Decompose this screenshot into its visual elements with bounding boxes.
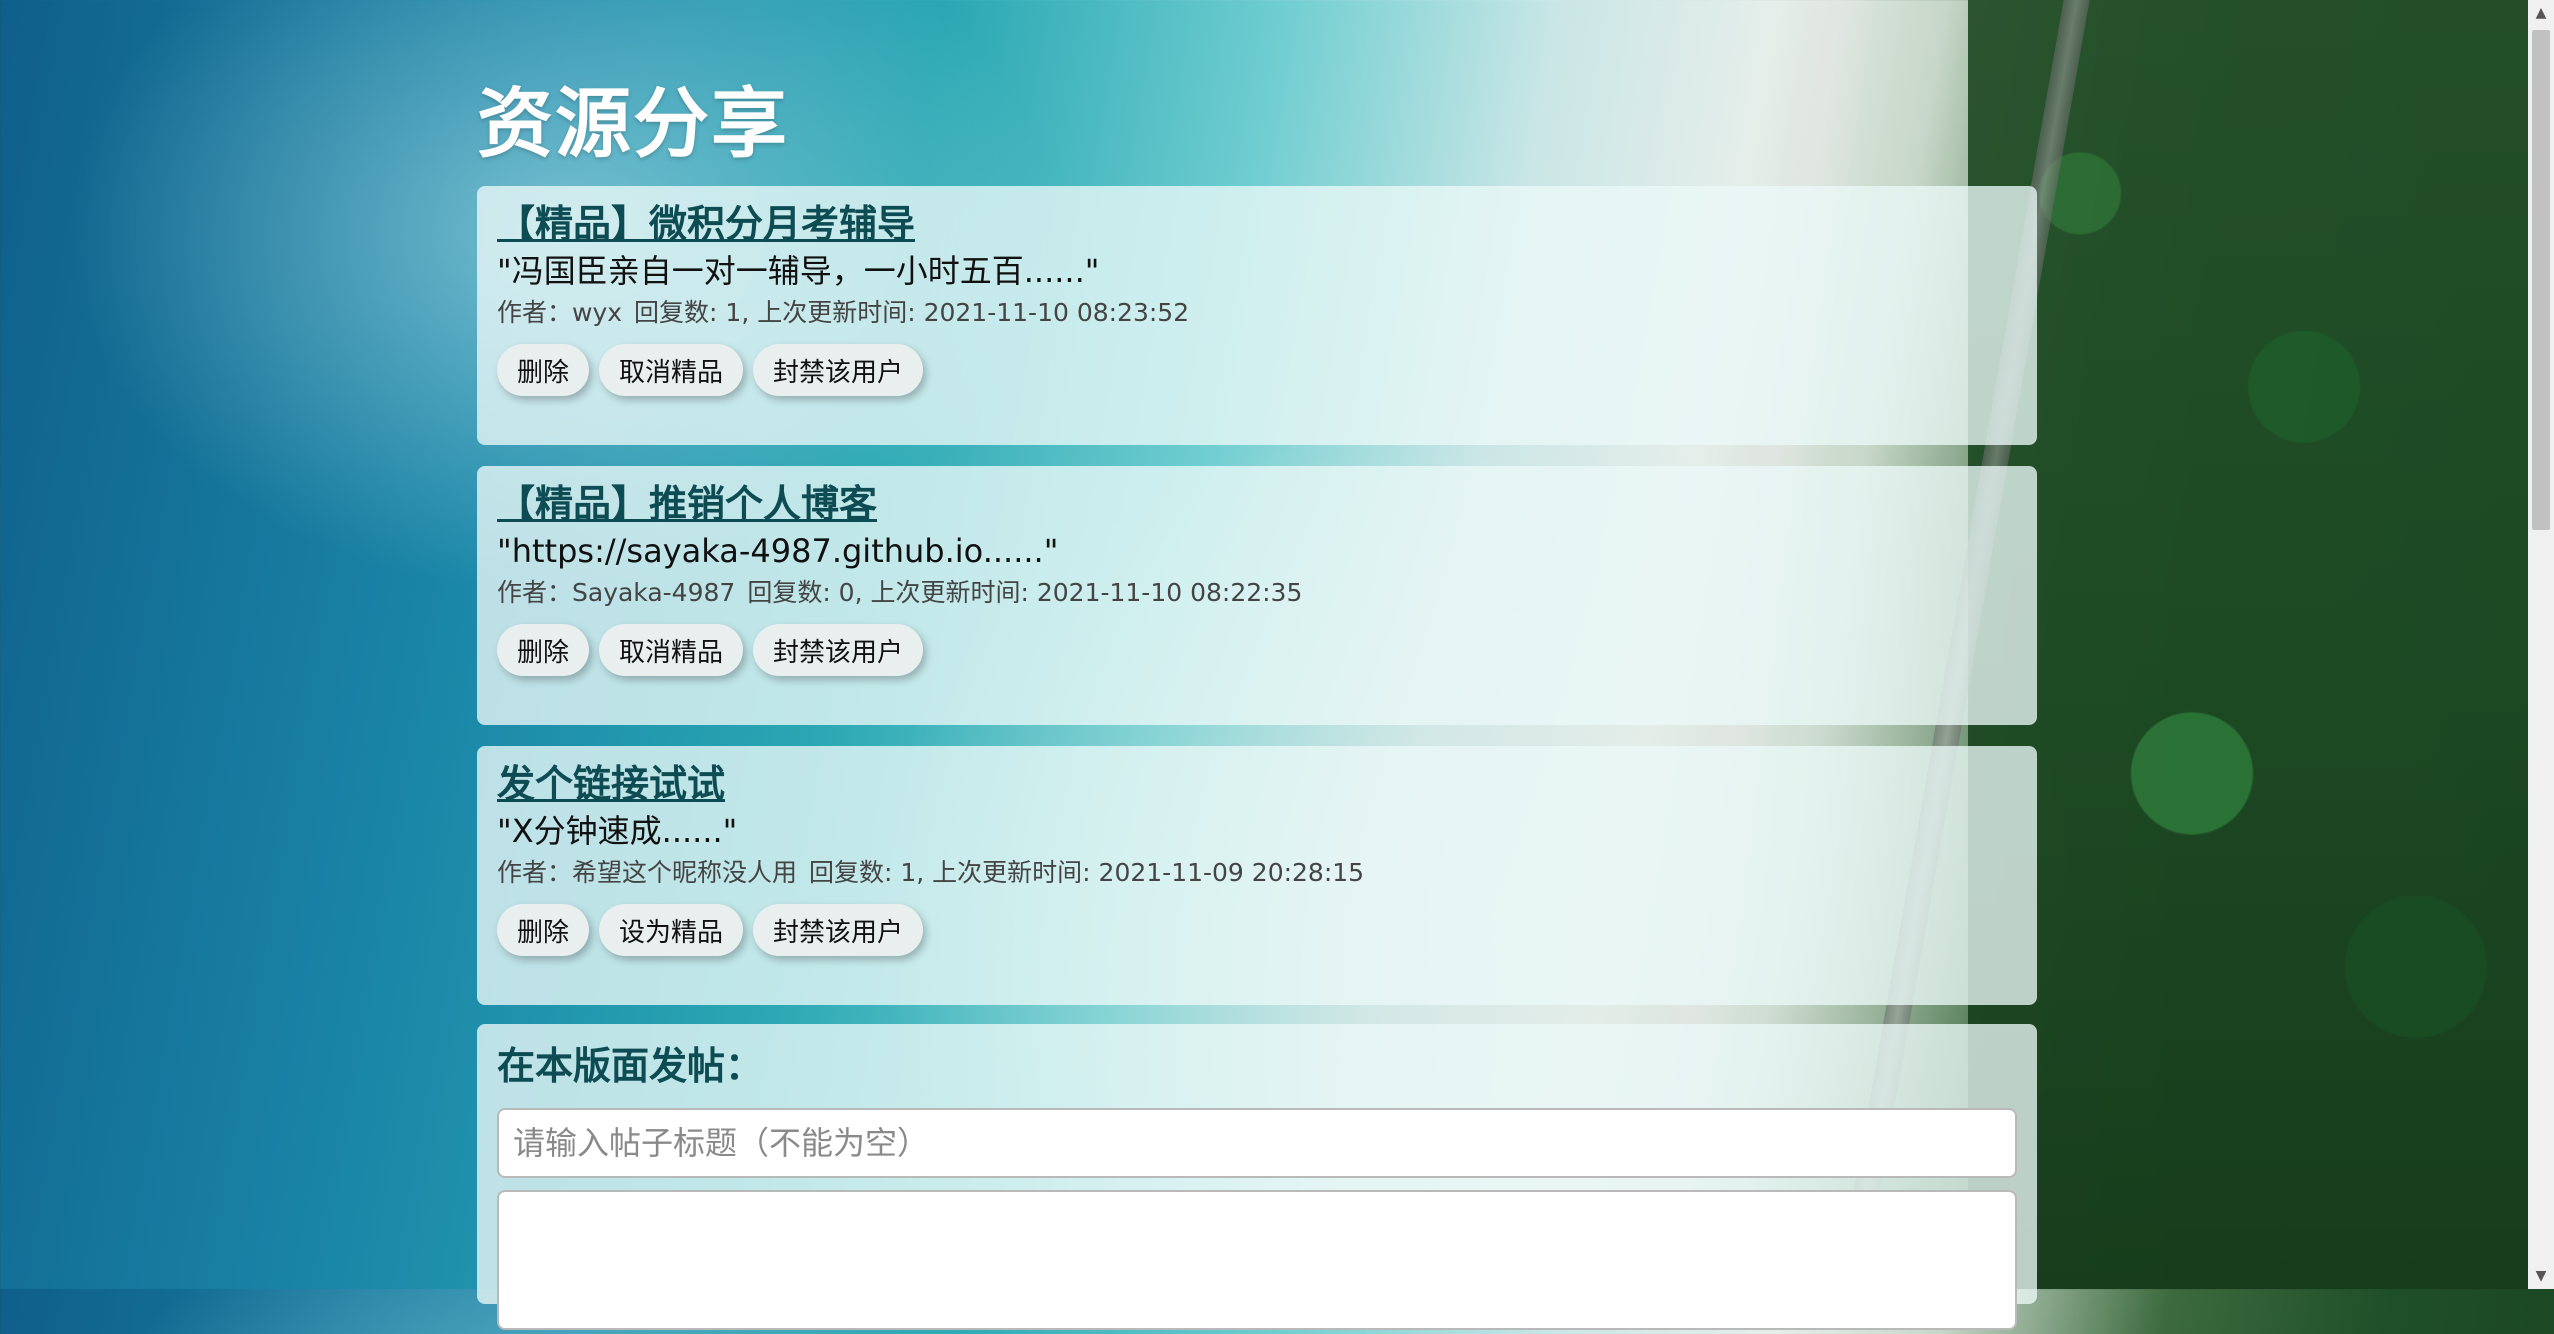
post-meta: 作者：wyx 回复数: 1, 上次更新时间: 2021-11-10 08:23:5… (497, 296, 2017, 330)
post-actions: 删除 取消精品 封禁该用户 (497, 344, 2017, 396)
post-title-link[interactable]: 【精品】推销个人博客 (497, 480, 2017, 528)
post-card: 【精品】微积分月考辅导 "冯国臣亲自一对一辅导，一小时五百......" 作者：… (477, 186, 2037, 445)
post-title-input[interactable] (497, 1108, 2017, 1178)
toggle-featured-button[interactable]: 取消精品 (599, 344, 744, 396)
post-card: 发个链接试试 "X分钟速成......" 作者：希望这个昵称没人用 回复数: 1,… (477, 746, 2037, 1005)
post-meta: 作者：Sayaka-4987 回复数: 0, 上次更新时间: 2021-11-10… (497, 576, 2017, 610)
post-excerpt: "X分钟速成......" (497, 812, 738, 850)
post-title-link[interactable]: 【精品】微积分月考辅导 (497, 200, 2017, 248)
post-excerpt: "冯国臣亲自一对一辅导，一小时五百......" (497, 252, 1100, 290)
post-stats: 回复数: 0, 上次更新时间: 2021-11-10 08:22:35 (747, 578, 1303, 607)
post-card: 【精品】推销个人博客 "https://sayaka-4987.github.i… (477, 466, 2037, 725)
post-excerpt: "https://sayaka-4987.github.io......" (497, 532, 1059, 570)
post-stats: 回复数: 1, 上次更新时间: 2021-11-10 08:23:52 (634, 298, 1190, 327)
post-meta: 作者：希望这个昵称没人用 回复数: 1, 上次更新时间: 2021-11-09 2… (497, 856, 2017, 890)
toggle-featured-button[interactable]: 设为精品 (599, 904, 744, 956)
post-author: 作者：wyx (497, 298, 623, 327)
compose-heading: 在本版面发帖： (497, 1044, 764, 1088)
delete-button[interactable]: 删除 (497, 344, 590, 396)
delete-button[interactable]: 删除 (497, 624, 590, 676)
ban-user-button[interactable]: 封禁该用户 (753, 904, 924, 956)
post-author: 作者：Sayaka-4987 (497, 578, 736, 607)
ban-user-button[interactable]: 封禁该用户 (753, 624, 924, 676)
post-stats: 回复数: 1, 上次更新时间: 2021-11-09 20:28:15 (809, 858, 1365, 887)
scroll-thumb[interactable] (2532, 30, 2550, 530)
scroll-down-icon[interactable]: ▼ (2528, 1267, 2554, 1285)
ban-user-button[interactable]: 封禁该用户 (753, 344, 924, 396)
scroll-up-icon[interactable]: ▲ (2528, 4, 2554, 22)
post-actions: 删除 设为精品 封禁该用户 (497, 904, 2017, 956)
post-actions: 删除 取消精品 封禁该用户 (497, 624, 2017, 676)
page-title: 资源分享 (477, 79, 789, 168)
post-content-textarea[interactable] (497, 1190, 2017, 1330)
post-author: 作者：希望这个昵称没人用 (497, 858, 798, 887)
toggle-featured-button[interactable]: 取消精品 (599, 624, 744, 676)
post-title-link[interactable]: 发个链接试试 (497, 760, 2017, 808)
delete-button[interactable]: 删除 (497, 904, 590, 956)
vertical-scrollbar[interactable]: ▲ ▼ (2528, 0, 2554, 1289)
compose-panel: 在本版面发帖： (477, 1024, 2037, 1330)
